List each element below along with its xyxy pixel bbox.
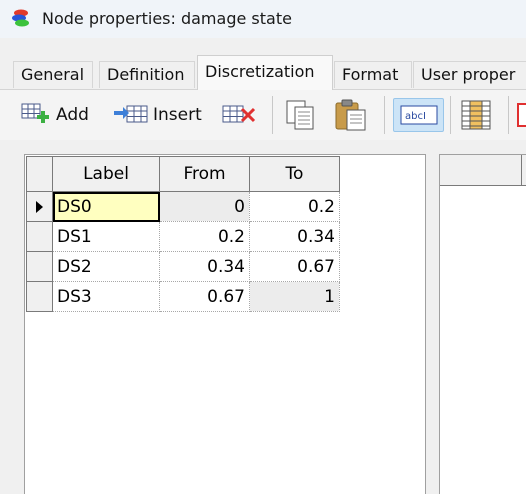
tab-label: Definition [107,65,185,84]
cell-from[interactable]: 0.34 [159,251,250,282]
delete-row-button[interactable] [220,98,260,132]
row-header[interactable] [26,281,53,312]
insert-button-label: Insert [153,105,202,125]
column-view-button[interactable] [459,98,495,132]
title-bar: Node properties: damage state [0,0,526,38]
preview-pane [439,154,526,494]
column-header-from[interactable]: From [159,156,250,192]
toolbar: Add Insert abcI [0,90,526,140]
cell-from[interactable]: 0.2 [159,221,250,252]
partial-icon [517,103,526,127]
row-header[interactable] [26,221,53,252]
cell-label[interactable]: DS1 [52,221,160,252]
cell-to[interactable]: 0.2 [249,191,340,222]
stacked-layers-icon [12,9,29,27]
tab-label: General [21,65,85,84]
column-header-label[interactable]: Label [52,156,160,192]
overflow-toolbar-button[interactable] [516,98,526,132]
tab-strip: General Definition Discretization Format… [0,38,526,90]
tab-label: Discretization [205,62,315,81]
current-row-arrow-icon [36,200,43,213]
preview-column-header[interactable] [522,155,526,186]
table-row: DS0 0 0.2 [26,191,340,222]
toolbar-separator [272,96,273,134]
grid-corner[interactable] [26,156,53,192]
cell-label[interactable]: DS0 [52,191,160,222]
table-row: DS2 0.34 0.67 [26,251,340,282]
add-button[interactable]: Add [20,98,89,132]
text-field-toggle-button[interactable]: abcI [393,98,444,132]
table-row: DS3 0.67 1 [26,281,340,312]
row-header[interactable] [26,191,53,222]
cell-to[interactable]: 1 [249,281,340,312]
cell-label[interactable]: DS3 [52,281,160,312]
copy-icon [286,100,314,130]
cell-from[interactable]: 0 [159,191,250,222]
discretization-grid: Label From To DS0 0 0.2 DS1 0.2 0.34 DS2… [26,156,340,312]
toolbar-separator [450,96,451,134]
tab-label: Format [342,65,399,84]
toolbar-separator [508,96,509,134]
table-row: DS1 0.2 0.34 [26,221,340,252]
toolbar-separator [384,96,385,134]
add-button-label: Add [56,105,89,125]
paste-icon [335,99,366,131]
cell-from[interactable]: 0.67 [159,281,250,312]
grid-delete-icon [222,105,256,123]
grid-add-icon [21,103,49,123]
insert-button[interactable]: Insert [113,98,202,132]
row-header[interactable] [26,251,53,282]
tab-discretization[interactable]: Discretization [197,55,333,90]
grid-insert-icon [114,105,148,123]
copy-button[interactable] [281,98,321,132]
column-chart-icon [461,100,491,130]
column-header-to[interactable]: To [249,156,340,192]
text-field-icon: abcI [400,105,437,125]
cell-to[interactable]: 0.67 [249,251,340,282]
window-title: Node properties: damage state [42,9,292,28]
tab-format[interactable]: Format [334,61,412,88]
text-field-icon-label: abcI [405,111,426,122]
cell-label[interactable]: DS2 [52,251,160,282]
grid-header-row: Label From To [26,156,340,192]
tab-general[interactable]: General [13,61,93,88]
paste-button[interactable] [332,98,372,132]
tab-user-properties[interactable]: User proper [413,61,526,88]
tab-label: User proper [421,65,516,84]
tab-definition[interactable]: Definition [99,61,195,88]
preview-column-header[interactable] [440,155,522,186]
cell-to[interactable]: 0.34 [249,221,340,252]
